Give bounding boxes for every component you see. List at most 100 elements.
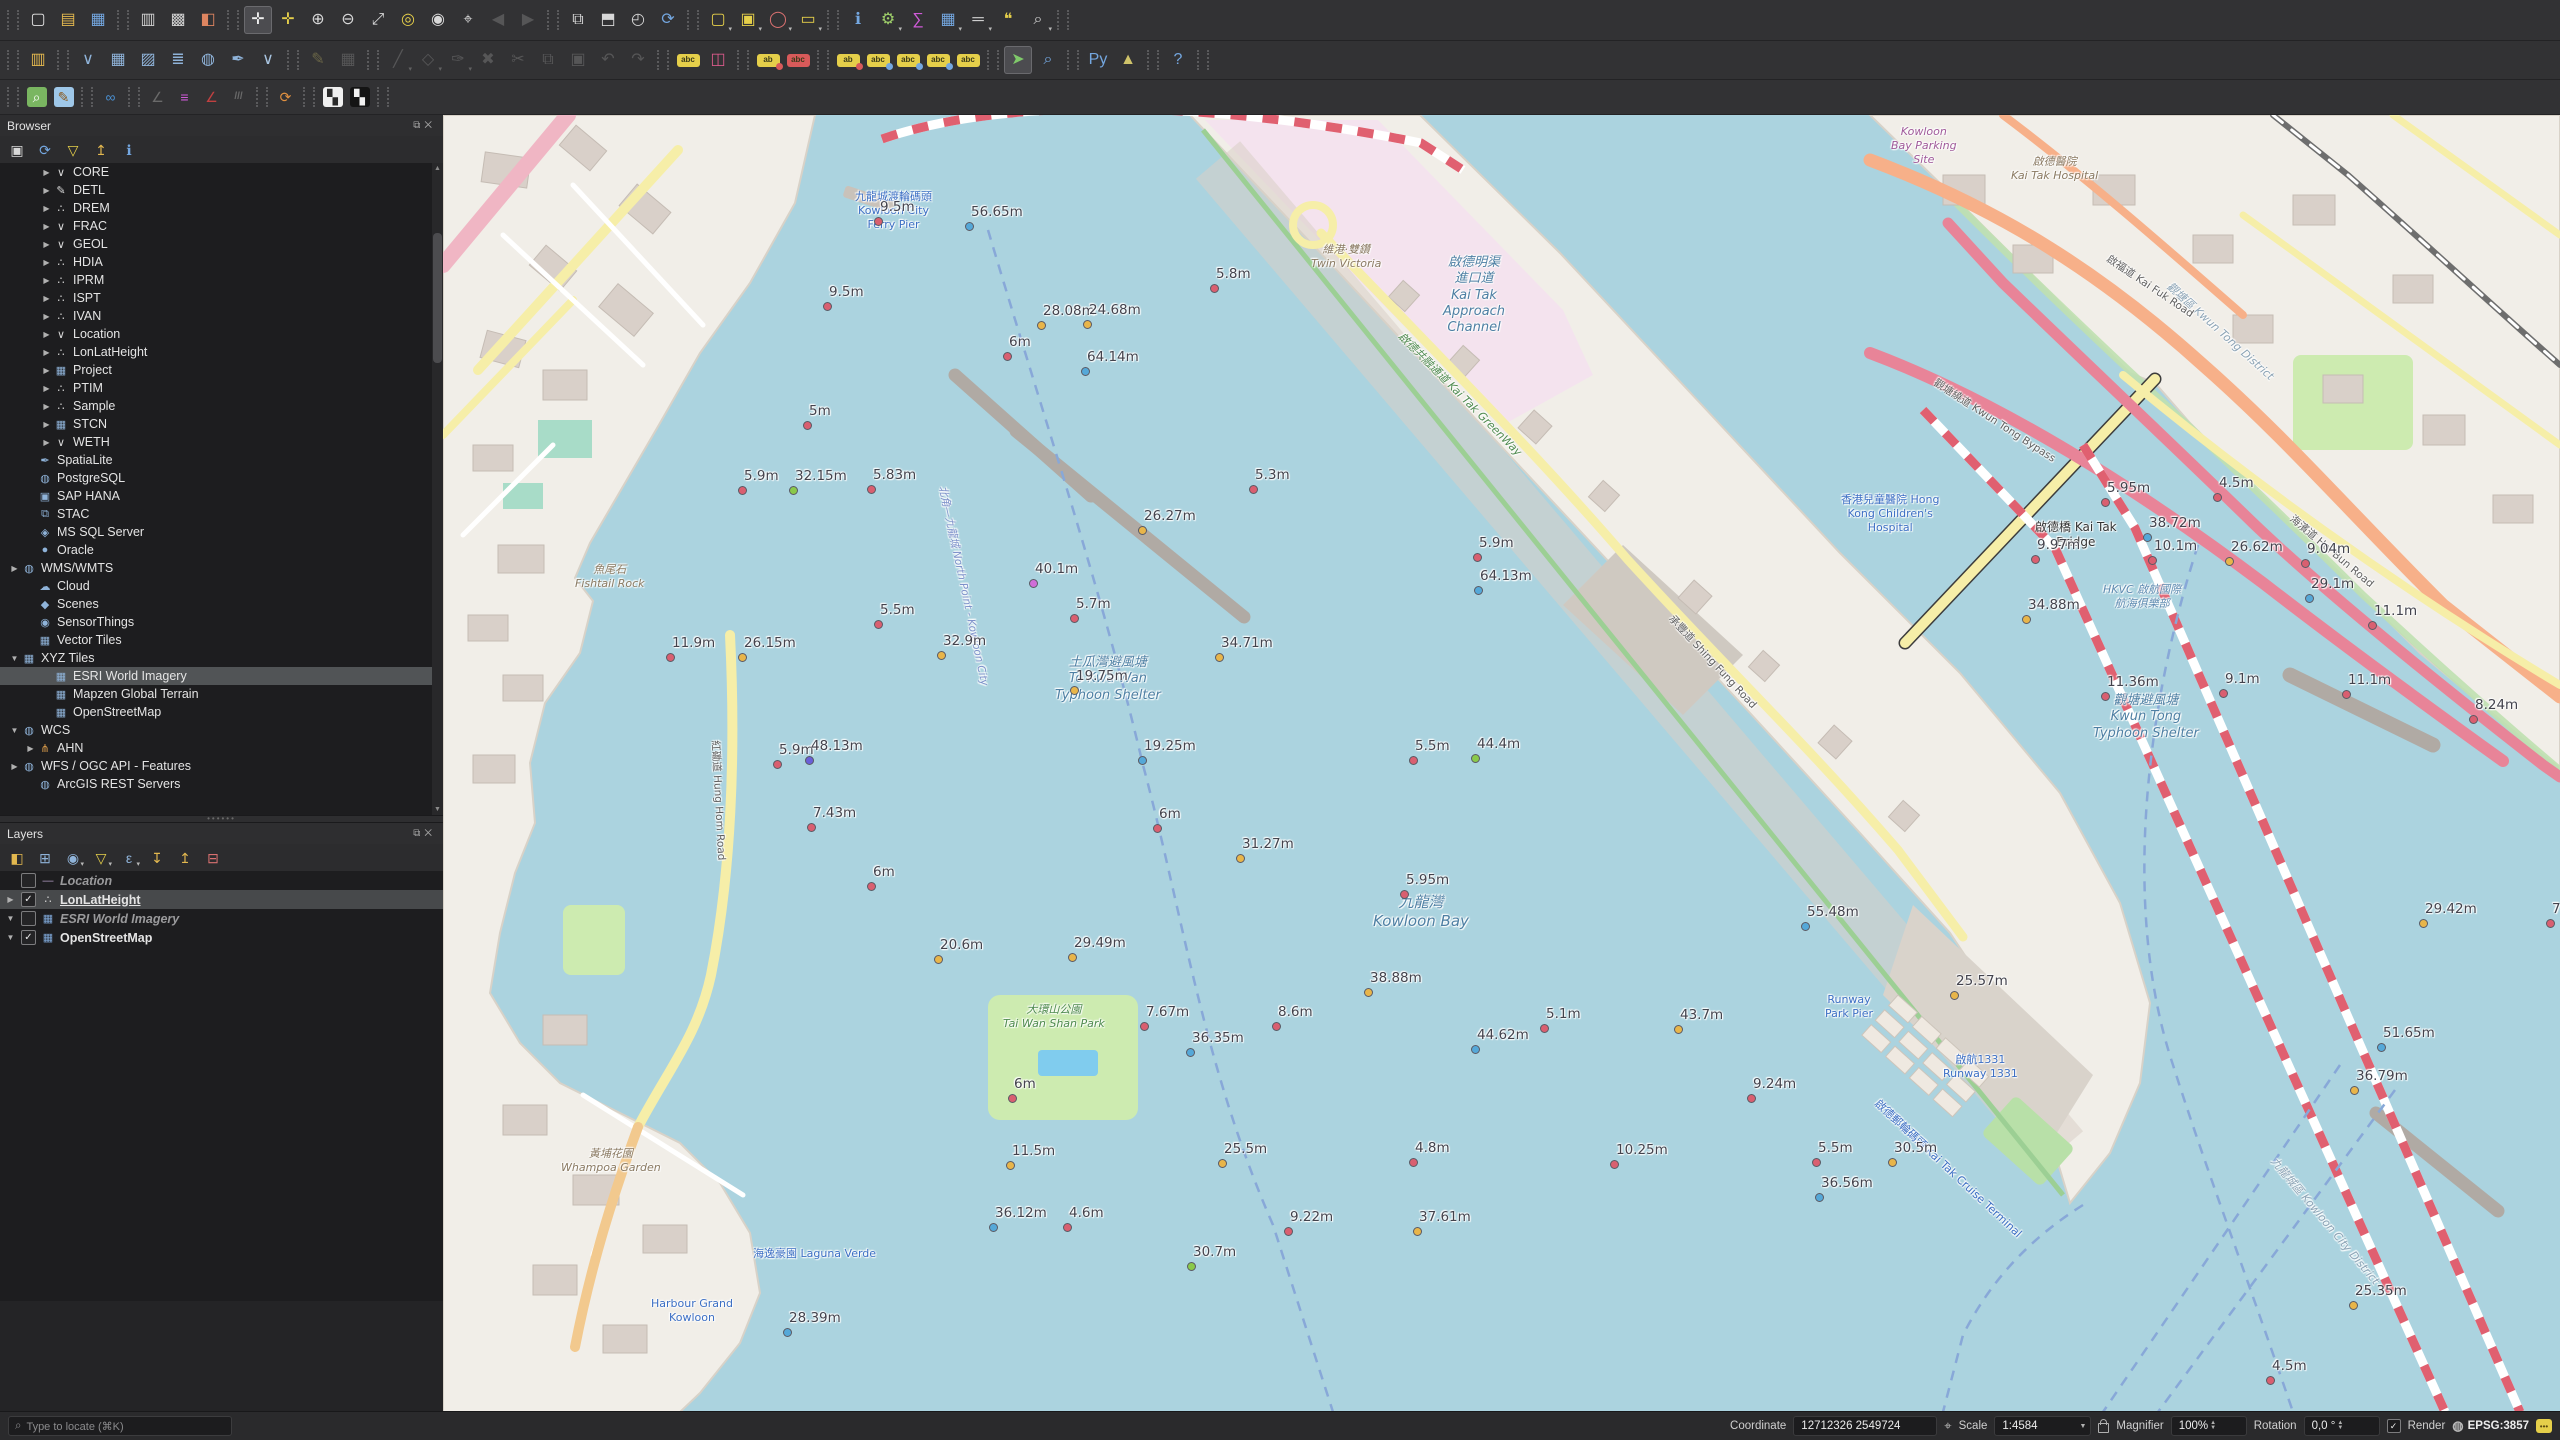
add-raster-layer-icon[interactable]: ▦ (104, 46, 132, 74)
layer-visibility-checkbox[interactable]: ✓ (21, 892, 36, 907)
zoom-full-extent-icon[interactable]: ⤢ (364, 6, 392, 34)
coordinate-value[interactable]: 12712326 2549724 (1793, 1416, 1938, 1436)
browser-item-openstreetmap[interactable]: ▦ OpenStreetMap (0, 703, 443, 721)
new-project-icon[interactable]: ▢ (24, 6, 52, 34)
plugin-reload-icon[interactable]: ⟳ (273, 85, 298, 110)
browser-item-project[interactable]: ▶ ▦ Project (0, 361, 443, 379)
layer-item-location[interactable]: — Location (0, 871, 443, 890)
refresh-map-icon[interactable]: ⟳ (654, 6, 682, 34)
python-console-icon[interactable]: Py (1084, 46, 1112, 74)
scroll-up-icon[interactable]: ▲ (432, 163, 443, 174)
layer-visibility-checkbox[interactable] (21, 873, 36, 888)
layers-float-icon[interactable]: ⧉ (413, 828, 424, 839)
add-vector-layer-icon[interactable]: ∨ (74, 46, 102, 74)
map-tips-icon[interactable]: ❝ (994, 6, 1022, 34)
zoom-in-icon[interactable]: ⊕ (304, 6, 332, 34)
browser-item-scenes[interactable]: ◆ Scenes (0, 595, 443, 613)
osm-editor-plugin-icon[interactable]: ✎ (51, 85, 76, 110)
browser-item-drem[interactable]: ▶ ∴ DREM (0, 199, 443, 217)
manage-map-themes-icon[interactable]: ◉ ▾ (62, 847, 84, 869)
browser-item-location[interactable]: ▶ ∨ Location (0, 325, 443, 343)
pan-map-icon[interactable]: ✛ (244, 6, 272, 34)
raster-checker-dark-icon[interactable]: ▚ (347, 85, 372, 110)
messages-icon[interactable]: ••• (2536, 1419, 2552, 1433)
identify-features-icon[interactable]: ℹ (844, 6, 872, 34)
select-by-value-icon[interactable]: ▭ ▾ (794, 6, 822, 34)
layer-item-openstreetmap[interactable]: ▼ ✓ ▦ OpenStreetMap (0, 928, 443, 947)
raster-checker-light-icon[interactable]: ▚ (320, 85, 345, 110)
browser-item-sample[interactable]: ▶ ∴ Sample (0, 397, 443, 415)
mouse-extent-icon[interactable]: ⌖ (1944, 1418, 1951, 1434)
new-print-layout-icon[interactable]: ▥ (134, 6, 162, 34)
browser-item-hdia[interactable]: ▶ ∴ HDIA (0, 253, 443, 271)
collapse-all-layers-icon[interactable]: ↥ (174, 847, 196, 869)
add-virtual-layer-icon[interactable]: ∨ (254, 46, 282, 74)
open-project-icon[interactable]: ▤ (54, 6, 82, 34)
browser-item-arcgis-rest-servers[interactable]: ◍ ArcGIS REST Servers (0, 775, 443, 793)
hide-show-labels-icon[interactable]: abc (784, 46, 812, 74)
osm-place-search-icon[interactable]: ➤ (1004, 46, 1032, 74)
rotation-value[interactable]: 0,0 ° ▲ ▼ (2303, 1416, 2380, 1436)
browser-scrollbar[interactable]: ▲ ▼ (432, 163, 443, 815)
open-layer-styling-icon[interactable]: ◧ (6, 847, 28, 869)
magnifier-value[interactable]: 100% ▲ ▼ (2170, 1416, 2247, 1436)
browser-item-core[interactable]: ▶ ∨ CORE (0, 163, 443, 181)
browser-item-postgresql[interactable]: ◍ PostgreSQL (0, 469, 443, 487)
browser-item-sensorthings[interactable]: ◉ SensorThings (0, 613, 443, 631)
browser-item-xyz-tiles[interactable]: ▼ ▦ XYZ Tiles (0, 649, 443, 667)
browser-item-ms-sql-server[interactable]: ◈ MS SQL Server (0, 523, 443, 541)
topology-checker-icon[interactable]: ∞ (98, 85, 123, 110)
scale-combo[interactable]: 1:4584 ▼ (1994, 1416, 2092, 1436)
select-features-icon[interactable]: ▢ ▾ (704, 6, 732, 34)
save-project-icon[interactable]: ▦ (84, 6, 112, 34)
filter-browser-icon[interactable]: ▽ (62, 139, 84, 161)
zoom-native-resolution-icon[interactable]: ⌖ (454, 6, 482, 34)
layers-close-icon[interactable]: ✕ (424, 828, 436, 839)
browser-item-weth[interactable]: ▶ ∨ WETH (0, 433, 443, 451)
filter-legend-icon[interactable]: ▽ ▾ (90, 847, 112, 869)
browser-item-geol[interactable]: ▶ ∨ GEOL (0, 235, 443, 253)
map-canvas[interactable]: 啟德明渠 進口道 Kai Tak Approach Channel 九龍灣 Kowloon … (443, 115, 2560, 1412)
browser-float-icon[interactable]: ⧉ (413, 120, 424, 131)
digitize-vertices-icon[interactable]: ∠ (199, 85, 224, 110)
expand-all-icon[interactable]: ↧ (146, 847, 168, 869)
style-lines-icon[interactable]: ≡ (172, 85, 197, 110)
feature-actions-icon[interactable]: ⚙ ▾ (874, 6, 902, 34)
style-manager-icon[interactable]: ◧ (194, 6, 222, 34)
new-map-view-icon[interactable]: ⧉ (564, 6, 592, 34)
browser-item-stcn[interactable]: ▶ ▦ STCN (0, 415, 443, 433)
lock-scale-icon[interactable] (2098, 1419, 2110, 1433)
browser-item-frac[interactable]: ▶ ∨ FRAC (0, 217, 443, 235)
layer-visibility-checkbox[interactable] (21, 911, 36, 926)
browser-item-ispt[interactable]: ▶ ∴ ISPT (0, 289, 443, 307)
zoom-to-layer-icon[interactable]: ◉ (424, 6, 452, 34)
search-layers-icon[interactable]: ⌕ (1034, 46, 1062, 74)
quick-map-services-icon[interactable]: ⌕ (24, 85, 49, 110)
render-checkbox[interactable]: ✓ (2386, 1419, 2401, 1433)
browser-item-cloud[interactable]: ☁ Cloud (0, 577, 443, 595)
layer-item-esri-world-imagery[interactable]: ▼ ▦ ESRI World Imagery (0, 909, 443, 928)
browser-item-iprm[interactable]: ▶ ∴ IPRM (0, 271, 443, 289)
processing-toolbox-icon[interactable]: ▲ (1114, 46, 1142, 74)
layer-visibility-checkbox[interactable]: ✓ (21, 930, 36, 945)
layer-diagram-options-icon[interactable]: ◫ (704, 46, 732, 74)
open-attribute-table-icon[interactable]: ▦ ▾ (934, 6, 962, 34)
scroll-down-icon[interactable]: ▼ (432, 804, 443, 815)
panel-splitter[interactable]: •••••• (0, 815, 443, 823)
browser-item-oracle[interactable]: ● Oracle (0, 541, 443, 559)
add-spatialite-layer-icon[interactable]: ✒ (224, 46, 252, 74)
browser-item-sap-hana[interactable]: ▣ SAP HANA (0, 487, 443, 505)
add-selected-layers-icon[interactable]: ▣ (6, 139, 28, 161)
zoom-out-icon[interactable]: ⊖ (334, 6, 362, 34)
browser-item-wfs-ogc-api-features[interactable]: ▶ ◍ WFS / OGC API - Features (0, 757, 443, 775)
browser-close-icon[interactable]: ✕ (424, 120, 436, 131)
highlight-pinned-labels-icon[interactable]: ab (834, 46, 863, 74)
change-label-icon[interactable]: abc (954, 46, 982, 74)
filter-by-expression-icon[interactable]: ε ▾ (118, 847, 140, 869)
temporal-controller-icon[interactable]: ◴ (624, 6, 652, 34)
browser-item-mapzen-global-terrain[interactable]: ▦ Mapzen Global Terrain (0, 685, 443, 703)
layer-labeling-options-icon[interactable]: abc (674, 46, 702, 74)
select-by-form-icon[interactable]: ▣ ▾ (734, 6, 762, 34)
browser-item-lonlatheight[interactable]: ▶ ∴ LonLatHeight (0, 343, 443, 361)
move-label-icon[interactable]: abc (864, 46, 893, 74)
